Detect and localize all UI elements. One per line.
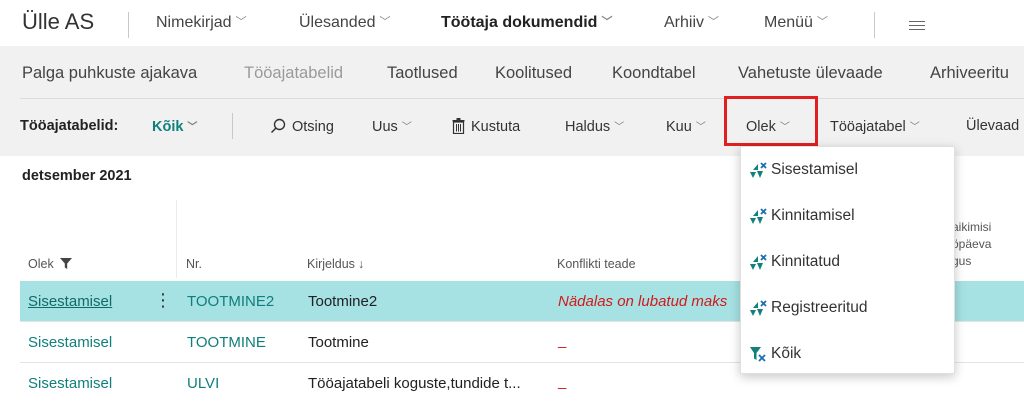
column-header-conflict[interactable]: Konflikti teade	[557, 257, 636, 271]
top-navigation-bar: Ülle AS Nimekirjad ﹀ Ülesanded ﹀ Töötaja d…	[0, 0, 1024, 46]
nav-tootaja-dokumendid[interactable]: Töötaja dokumendid ﹀	[441, 13, 612, 32]
menu-item-label: Kinnitamisel	[771, 207, 855, 224]
status-filter-icon	[750, 162, 767, 178]
row-status[interactable]: Sisestamisel	[28, 334, 112, 351]
subnav-palga-puhkuste-ajakava[interactable]: Palga puhkuste ajakava	[22, 64, 197, 83]
menu-item-label: Kinnitatud	[771, 253, 840, 270]
timesheet-label: Tööajatabel	[830, 119, 906, 135]
filter-value: Kõik	[152, 119, 184, 135]
nav-label: Arhiiv	[664, 14, 705, 31]
chevron-down-icon: ﹀	[401, 122, 412, 133]
subnav-taotlused[interactable]: Taotlused	[387, 64, 458, 83]
chevron-down-icon: ﹀	[601, 16, 613, 28]
row-nr[interactable]: ULVI	[187, 375, 219, 392]
chevron-down-icon: ﹀	[614, 122, 625, 133]
header-label: Olek	[28, 257, 54, 271]
row-status[interactable]: Sisestamisel	[28, 375, 112, 392]
column-header-description[interactable]: Kirjeldus ↓	[307, 257, 364, 271]
delete-label: Kustuta	[471, 119, 521, 135]
timesheet-dropdown[interactable]: Tööajatabel ﹀	[830, 118, 920, 135]
row-description: Tootmine2	[308, 293, 378, 310]
chevron-down-icon: ﹀	[909, 122, 920, 133]
trash-icon	[452, 118, 465, 134]
divider	[232, 113, 233, 139]
status-filter-icon	[750, 208, 767, 224]
manage-label: Haldus	[565, 119, 611, 135]
column-header-status[interactable]: Olek	[28, 257, 73, 271]
column-header-extra-line2: öpäeva	[952, 237, 992, 251]
menu-item-koik[interactable]: Kõik	[749, 337, 949, 373]
chevron-down-icon: ﹀	[816, 16, 828, 28]
header-label: Kirjeldus	[307, 257, 355, 271]
status-filter-icon	[750, 300, 767, 316]
nav-label: Ülesanded	[299, 14, 376, 31]
section-title: detsember 2021	[22, 168, 132, 184]
row-conflict: _	[558, 373, 567, 390]
subnav-divider	[20, 98, 1024, 99]
column-header-extra-line1: aikimisi	[952, 220, 992, 234]
highlight-box	[724, 96, 818, 146]
manage-dropdown[interactable]: Haldus ﹀	[565, 118, 624, 135]
row-conflict: Nädalas on lubatud maks	[558, 293, 728, 310]
row-conflict: _	[558, 332, 567, 349]
company-name[interactable]: Ülle AS	[22, 9, 94, 35]
hamburger-icon[interactable]	[909, 21, 925, 33]
menu-item-registreeritud[interactable]: Registreeritud	[749, 291, 949, 327]
clear-filter-icon	[750, 347, 766, 362]
chevron-down-icon: ﹀	[187, 122, 198, 133]
column-divider	[176, 200, 177, 278]
row-more-options-icon[interactable]: ⋮	[154, 290, 172, 311]
menu-item-label: Registreeritud	[771, 299, 868, 316]
nav-menuu[interactable]: Menüü ﹀	[764, 13, 828, 32]
delete-button[interactable]: Kustuta	[452, 118, 520, 135]
subnav-koondtabel[interactable]: Koondtabel	[612, 64, 696, 83]
menu-item-kinnitatud[interactable]: Kinnitatud	[749, 245, 949, 281]
row-description: Tööajatabeli koguste,tundide t...	[308, 375, 521, 392]
nav-label: Töötaja dokumendid	[441, 14, 598, 31]
divider	[874, 12, 875, 38]
page-header-band	[0, 46, 1024, 156]
month-dropdown[interactable]: Kuu ﹀	[666, 118, 706, 135]
nav-ulesanded[interactable]: Ülesanded ﹀	[299, 13, 391, 32]
row-nr[interactable]: TOOTMINE2	[187, 293, 274, 310]
page-label: Tööajatabelid:	[20, 118, 119, 134]
month-label: Kuu	[666, 119, 692, 135]
menu-item-label: Sisestamisel	[771, 161, 858, 178]
new-label: Uus	[372, 119, 398, 135]
nav-label: Menüü	[764, 14, 813, 31]
overview-button[interactable]: Ülevaad	[966, 118, 1019, 134]
filter-icon	[60, 258, 73, 269]
subnav-vahetuste-ulevaade[interactable]: Vahetuste ülevaade	[738, 64, 883, 83]
chevron-down-icon: ﹀	[695, 122, 706, 133]
nav-nimekirjad[interactable]: Nimekirjad ﹀	[156, 13, 247, 32]
menu-item-sisestamisel[interactable]: Sisestamisel	[749, 153, 949, 189]
chevron-down-icon: ﹀	[708, 16, 720, 28]
nav-arhiiv[interactable]: Arhiiv ﹀	[664, 13, 719, 32]
new-dropdown[interactable]: Uus ﹀	[372, 118, 412, 135]
column-header-nr[interactable]: Nr.	[186, 257, 202, 271]
subnav-arhiveeritud[interactable]: Arhiveeritu	[930, 64, 1009, 83]
view-filter-dropdown[interactable]: Kõik ﹀	[152, 118, 197, 135]
search-label: Otsing	[292, 119, 334, 135]
row-status[interactable]: Sisestamisel	[28, 293, 112, 310]
subnav-tooajatabelid: Tööajatabelid	[244, 64, 344, 82]
divider	[128, 12, 129, 38]
nav-label: Nimekirjad	[156, 14, 232, 31]
sort-descending-icon: ↓	[357, 257, 365, 271]
status-filter-icon	[750, 254, 767, 270]
status-dropdown-menu: Sisestamisel Kinnitamisel Kinnitatud Reg…	[740, 146, 955, 374]
chevron-down-icon: ﹀	[235, 16, 247, 28]
row-description: Tootmine	[308, 334, 369, 351]
row-nr[interactable]: TOOTMINE	[187, 334, 266, 351]
search-button[interactable]: Otsing	[270, 118, 334, 135]
menu-item-label: Kõik	[771, 345, 802, 362]
menu-item-kinnitamisel[interactable]: Kinnitamisel	[749, 199, 949, 235]
chevron-down-icon: ﹀	[379, 16, 391, 28]
search-icon	[270, 118, 286, 134]
subnav-koolitused[interactable]: Koolitused	[495, 64, 572, 83]
